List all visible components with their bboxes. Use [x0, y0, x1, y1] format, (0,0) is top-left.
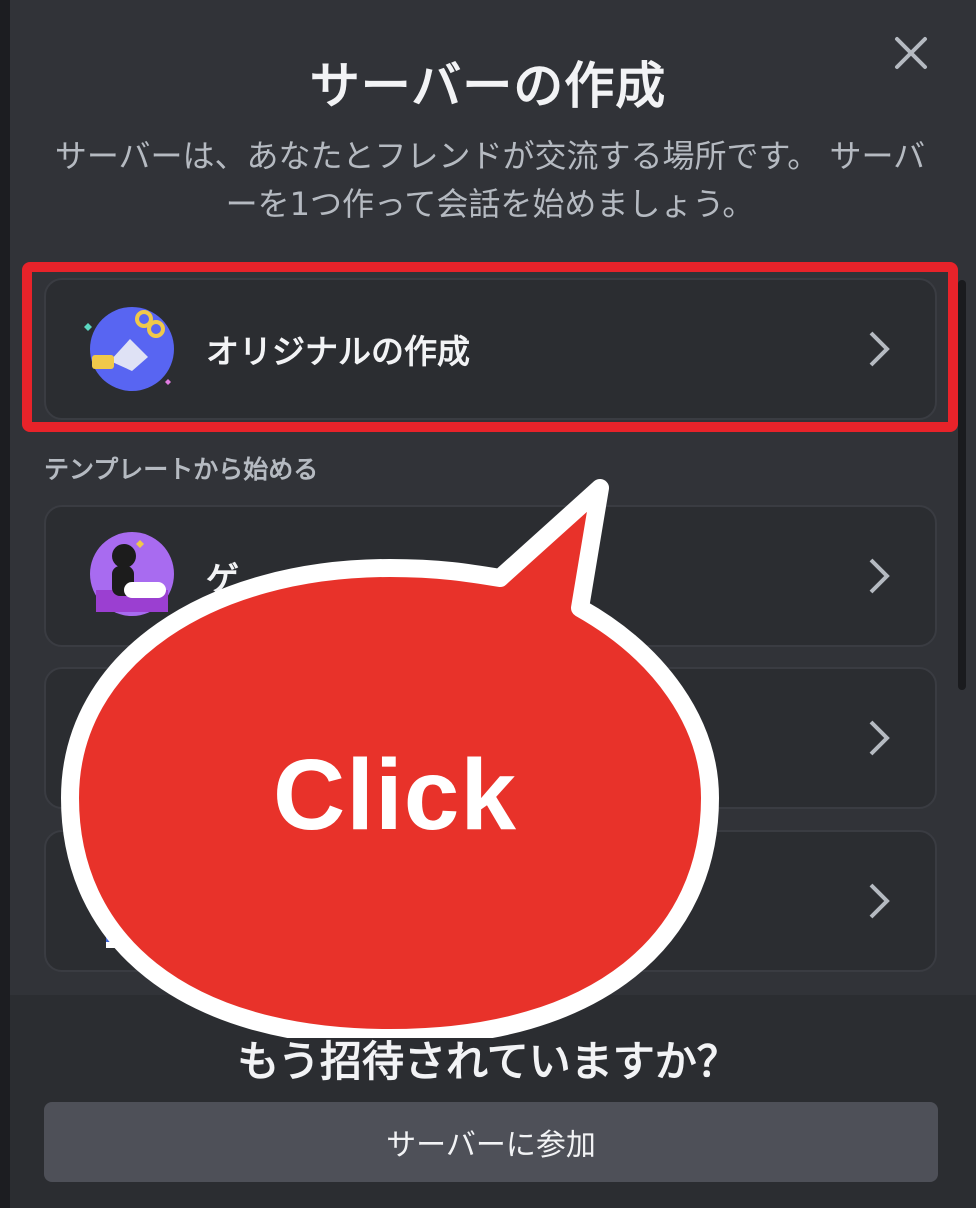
callout-text: Click: [272, 739, 517, 851]
create-own-option[interactable]: オリジナルの作成: [44, 278, 937, 420]
scrollbar[interactable]: [958, 280, 966, 690]
join-server-button[interactable]: サーバーに参加: [44, 1102, 938, 1182]
modal-subtitle: サーバーは、あなたとフレンドが交流する場所です。 サーバーを1つ作って会話を始め…: [54, 137, 926, 223]
chevron-right-icon: [869, 558, 890, 594]
modal-title: サーバーの作成: [309, 57, 667, 115]
chevron-right-icon: [869, 883, 890, 919]
chevron-right-icon: [869, 331, 890, 367]
chevron-right-icon: [869, 720, 890, 756]
create-own-icon: [84, 307, 174, 391]
create-own-label: オリジナルの作成: [206, 332, 470, 371]
backdrop: [0, 0, 10, 1208]
